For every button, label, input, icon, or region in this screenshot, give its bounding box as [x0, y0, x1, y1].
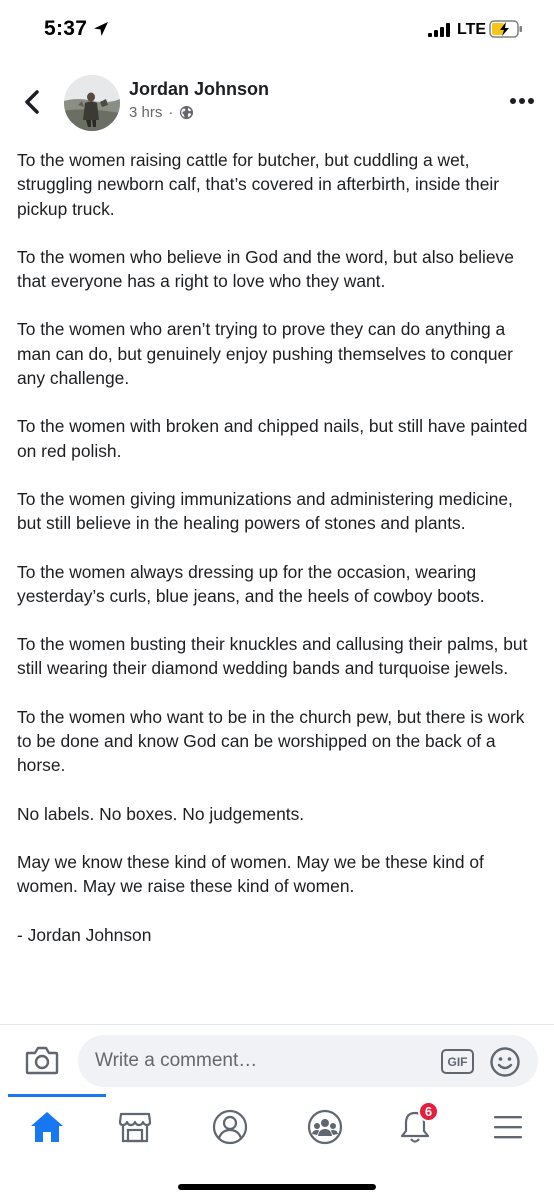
post-paragraph: To the women busting their knuckles and …: [17, 634, 528, 679]
back-button[interactable]: [18, 86, 46, 118]
emoji-button[interactable]: [489, 1046, 521, 1078]
post-paragraph: To the women giving immunizations and ad…: [17, 488, 513, 534]
author-avatar[interactable]: [64, 75, 120, 131]
groups-icon: [307, 1109, 343, 1145]
meta-separator: ·: [168, 104, 174, 121]
post-paragraph: To the women who believe in God and the …: [17, 246, 514, 292]
network-type: LTE: [457, 21, 487, 38]
nav-profile[interactable]: [200, 1104, 260, 1150]
emoji-icon: [490, 1047, 520, 1077]
notification-badge: 6: [418, 1101, 439, 1122]
post-signature: - Jordan Johnson: [17, 924, 152, 945]
post-paragraph: To the women always dressing up for the …: [17, 561, 485, 606]
camera-icon: [25, 1046, 59, 1075]
avatar-photo: [64, 75, 120, 131]
post-paragraph: May we know these kind of women. May we …: [17, 851, 484, 897]
post-body: To the women raising cattle for butcher,…: [17, 148, 541, 971]
marketplace-icon: [118, 1112, 152, 1143]
chevron-left-icon: [25, 90, 39, 114]
more-options-button[interactable]: [508, 94, 536, 108]
post-paragraph: To the women who aren’t trying to prove …: [17, 319, 513, 389]
location-arrow-icon: [94, 22, 108, 36]
comment-bar: GIF: [0, 1024, 554, 1096]
status-bar: 5:37 LTE: [0, 0, 554, 64]
post-paragraph: No labels. No boxes. No judgements.: [17, 803, 305, 824]
post-time[interactable]: 3 hrs: [129, 104, 162, 121]
battery-charging-icon: [489, 20, 522, 38]
nav-notifications[interactable]: 6: [385, 1101, 445, 1150]
post-paragraph: To the women with broken and chipped nai…: [17, 416, 528, 461]
author-name[interactable]: Jordan Johnson: [129, 79, 269, 100]
active-tab-indicator: [8, 1094, 106, 1097]
status-time: 5:37: [44, 17, 88, 40]
post-meta: 3 hrs ·: [129, 104, 194, 121]
nav-marketplace[interactable]: [105, 1104, 165, 1150]
post-paragraph: To the women raising cattle for butcher,…: [17, 150, 500, 219]
more-dots-icon: [510, 98, 534, 104]
camera-button[interactable]: [25, 1045, 59, 1075]
gif-button[interactable]: GIF: [441, 1049, 474, 1074]
globe-icon: [180, 105, 194, 120]
profile-icon: [212, 1109, 248, 1145]
home-indicator: [178, 1184, 376, 1190]
cellular-signal-icon: [428, 23, 450, 37]
menu-icon: [494, 1116, 522, 1139]
nav-menu[interactable]: [478, 1104, 538, 1150]
home-icon: [31, 1112, 63, 1142]
post-header: Jordan Johnson 3 hrs ·: [0, 64, 554, 144]
nav-groups[interactable]: [295, 1104, 355, 1150]
post-paragraph: To the women who want to be in the churc…: [17, 706, 525, 776]
nav-home[interactable]: [17, 1104, 77, 1150]
bottom-nav: 6: [0, 1094, 554, 1200]
